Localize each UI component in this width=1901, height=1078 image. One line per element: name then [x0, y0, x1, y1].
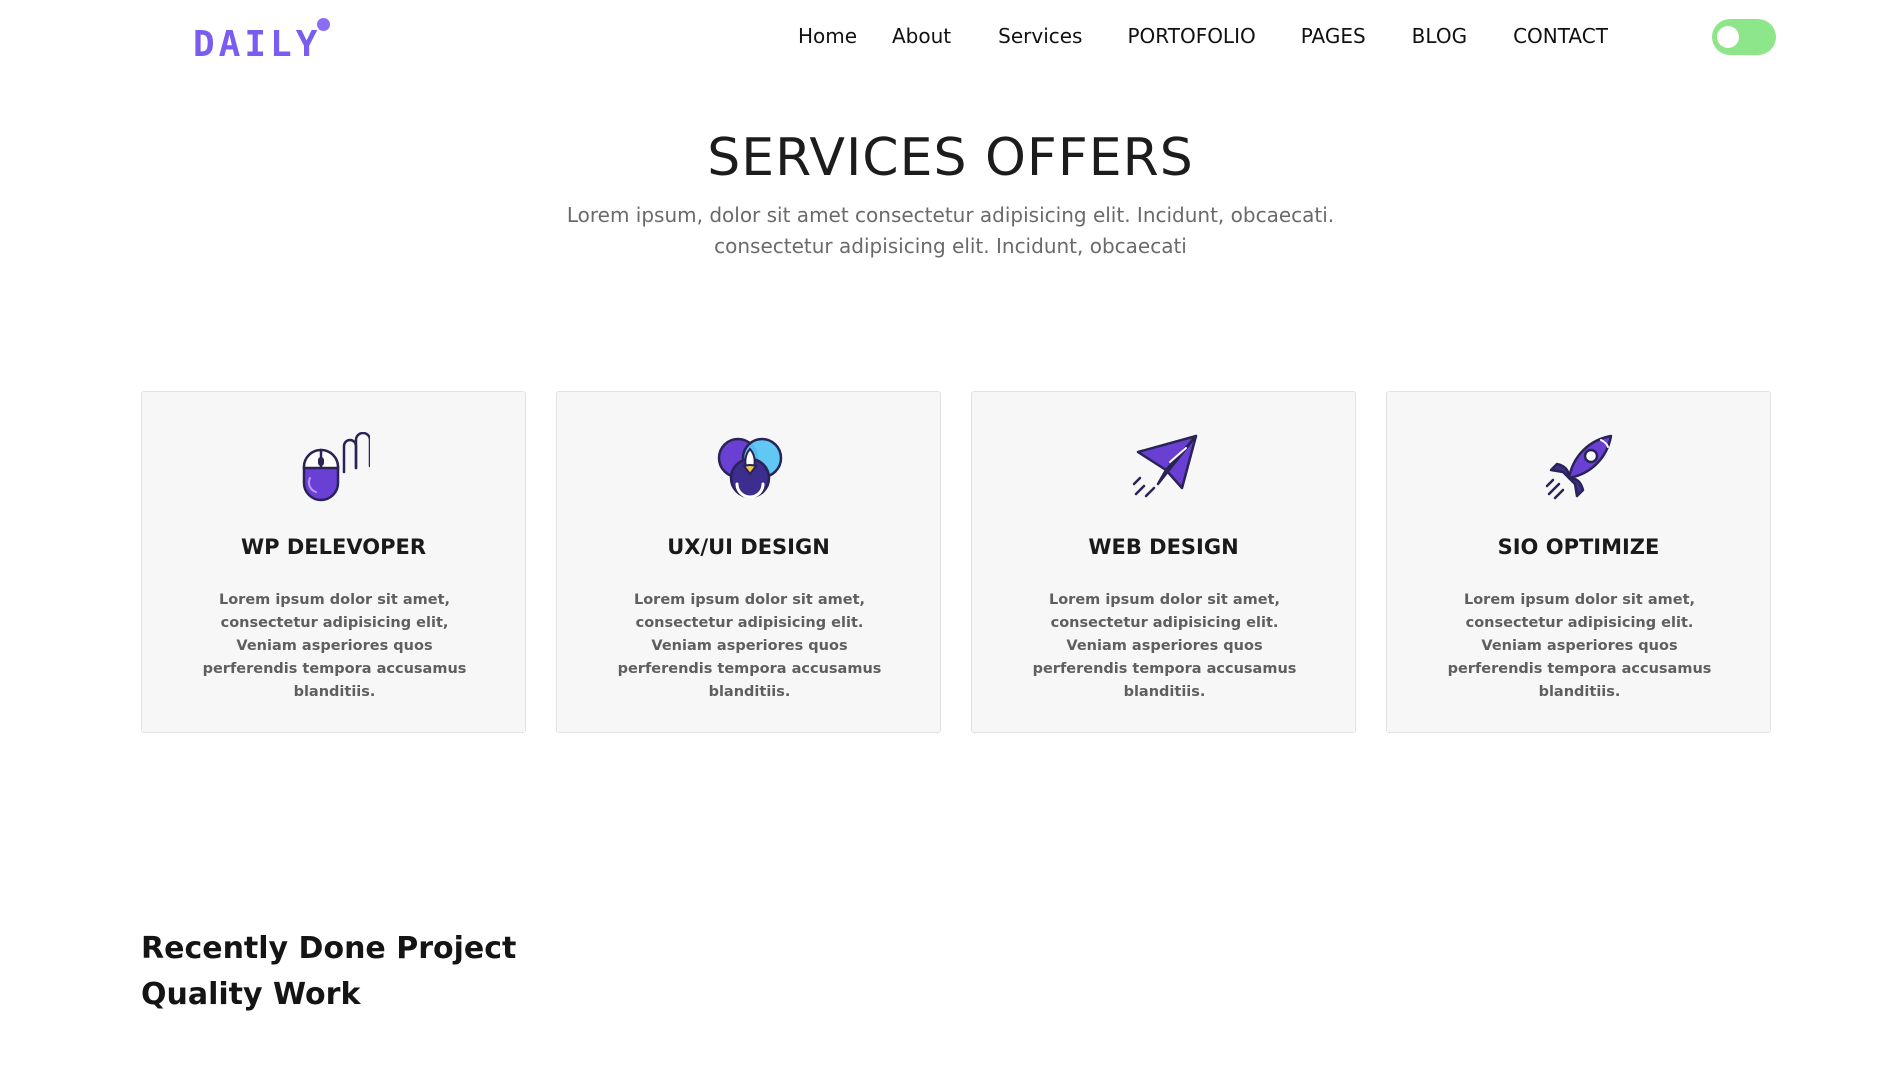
nav-item-contact[interactable]: CONTACT	[1513, 24, 1608, 48]
theme-toggle[interactable]	[1712, 19, 1776, 55]
nav-item-pages[interactable]: PAGES	[1301, 24, 1366, 48]
card-text: Lorem ipsum dolor sit amet, consectetur …	[1447, 592, 1712, 700]
service-cards: WP DELEVOPER Lorem ipsum dolor sit amet,…	[141, 391, 1771, 735]
paper-plane-icon	[1132, 434, 1198, 498]
rocket-icon	[1545, 434, 1613, 500]
color-circles-icon	[717, 437, 783, 499]
service-card-wp-developer[interactable]: WP DELEVOPER Lorem ipsum dolor sit amet,…	[141, 391, 526, 733]
service-card-web-design[interactable]: WEB DESIGN Lorem ipsum dolor sit amet, c…	[971, 391, 1356, 733]
nav-item-services[interactable]: Services	[998, 24, 1082, 48]
brand-logo[interactable]: DAILY	[193, 18, 343, 68]
services-title: SERVICES OFFERS	[707, 128, 1194, 188]
services-subtitle: Lorem ipsum, dolor sit amet consectetur …	[0, 200, 1901, 262]
card-text: Lorem ipsum dolor sit amet, consectetur …	[202, 592, 467, 700]
nav-item-home[interactable]: Home	[798, 24, 857, 48]
card-title: WP DELEVOPER	[240, 535, 426, 559]
nav-item-portofolio[interactable]: PORTOFOLIO	[1127, 24, 1255, 48]
nav-menu: Home About Services PORTOFOLIO PAGES BLO…	[798, 24, 1608, 48]
service-card-sio-optimize[interactable]: SIO OPTIMIZE Lorem ipsum dolor sit amet,…	[1386, 391, 1771, 733]
recent-projects-heading: Recently Done Project Quality Work	[141, 926, 516, 1018]
mouse-icon	[302, 432, 370, 502]
nav-item-blog[interactable]: BLOG	[1412, 24, 1467, 48]
services-subtitle-line2: consectetur adipisicing elit. Incidunt, …	[714, 234, 1187, 258]
card-title: SIO OPTIMIZE	[1497, 535, 1660, 559]
recent-projects-line2: Quality Work	[141, 977, 361, 1012]
recent-projects-line1: Recently Done Project	[141, 931, 517, 966]
logo-dot-icon	[317, 18, 330, 31]
services-subtitle-line1: Lorem ipsum, dolor sit amet consectetur …	[566, 203, 1335, 227]
toggle-knob	[1717, 26, 1739, 48]
card-title: WEB DESIGN	[1088, 535, 1239, 559]
card-title: UX/UI DESIGN	[667, 535, 830, 559]
service-card-uxui-design[interactable]: UX/UI DESIGN Lorem ipsum dolor sit amet,…	[556, 391, 941, 733]
navbar: DAILY Home About Services PORTOFOLIO PAG…	[0, 0, 1901, 80]
card-text: Lorem ipsum dolor sit amet, consectetur …	[1032, 592, 1297, 700]
logo-text: DAILY	[193, 24, 322, 65]
card-text: Lorem ipsum dolor sit amet, consectetur …	[617, 592, 882, 700]
nav-item-about[interactable]: About	[892, 24, 951, 48]
